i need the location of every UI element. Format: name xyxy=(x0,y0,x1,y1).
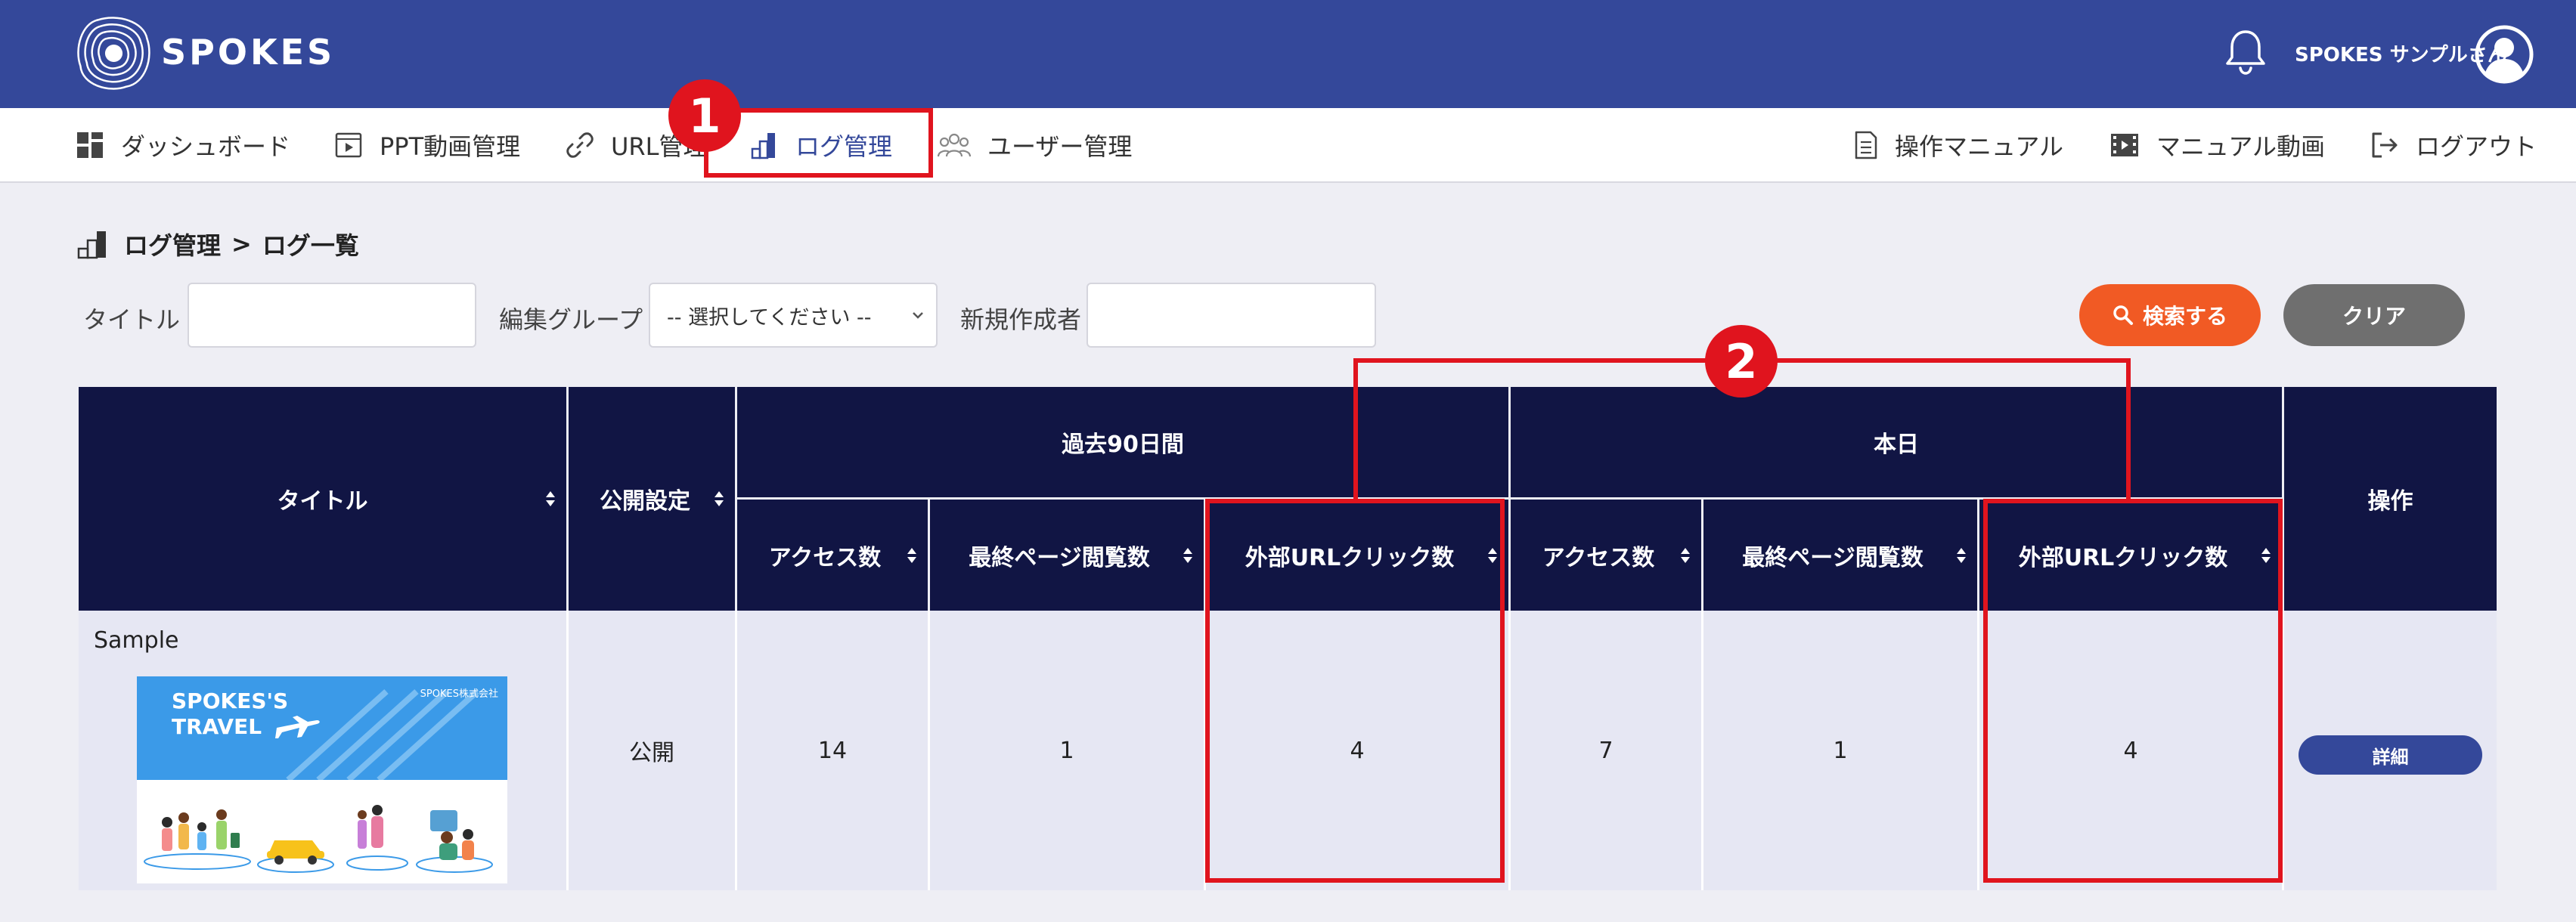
sort-icon xyxy=(1681,547,1690,563)
nav-users-label: ユーザー管理 xyxy=(987,131,1133,161)
row-thumbnail[interactable]: SPOKES'S TRAVEL SPOKES株式会社 xyxy=(137,676,507,883)
sort-icon xyxy=(1183,547,1192,563)
search-icon xyxy=(2113,305,2133,325)
breadcrumb-section[interactable]: ログ管理 xyxy=(124,227,221,261)
nav-dashboard-label: ダッシュボード xyxy=(121,131,291,161)
group-header-past90: 過去90日間 xyxy=(737,387,1508,497)
video-file-icon xyxy=(335,132,362,157)
col-header-label: 最終ページ閲覧数 xyxy=(969,544,1150,571)
col-header-publish-label: 公開設定 xyxy=(600,488,690,515)
col-header-label: アクセス数 xyxy=(768,544,882,571)
cell-past90-access: 14 xyxy=(817,737,848,764)
clear-button[interactable]: クリア xyxy=(2283,284,2465,346)
user-avatar-icon[interactable] xyxy=(2474,24,2534,85)
nav-manual-video[interactable]: マニュアル動画 xyxy=(2109,108,2325,181)
spokes-logo-icon[interactable] xyxy=(74,14,153,93)
cell-past90-last-page: 1 xyxy=(1059,737,1074,764)
log-chart-icon xyxy=(77,231,106,259)
creator-filter-input[interactable] xyxy=(1087,283,1376,348)
col-header-action: 操作 xyxy=(2284,387,2497,611)
annotation-box-past90-click xyxy=(1205,499,1505,883)
col-header-past90-access[interactable]: アクセス数 xyxy=(737,500,928,611)
nav-dashboard[interactable]: ダッシュボード xyxy=(76,108,290,181)
group-filter-label: 編集グループ xyxy=(499,305,643,334)
nav-users[interactable]: ユーザー管理 xyxy=(938,108,1132,181)
app-window: SPOKES SPOKES サンプルさん ダッシュボード PPT動画管理 URL… xyxy=(0,0,2576,922)
cell-publish: 公開 xyxy=(629,740,674,766)
group-header-today-label: 本日 xyxy=(1874,432,1919,458)
thumbnail-company: SPOKES株式会社 xyxy=(420,688,498,700)
annotation-badge-2: 2 xyxy=(1705,325,1778,398)
title-filter-input[interactable] xyxy=(188,283,476,348)
film-icon xyxy=(2111,133,2138,156)
annotation-badge-1: 1 xyxy=(668,79,741,152)
logout-icon xyxy=(2372,132,2398,157)
sort-icon xyxy=(907,547,916,563)
nav-logout-label: ログアウト xyxy=(2416,131,2537,161)
group-header-past90-label: 過去90日間 xyxy=(1062,432,1184,458)
creator-filter-label: 新規作成者 xyxy=(960,305,1082,334)
nav-manual-label: 操作マニュアル xyxy=(1895,131,2064,161)
detail-button-label: 詳細 xyxy=(2372,746,2409,768)
breadcrumb: ログ管理 > ログ一覧 xyxy=(77,227,359,261)
col-header-label: 最終ページ閲覧数 xyxy=(1742,544,1923,571)
col-header-title[interactable]: タイトル xyxy=(79,387,566,611)
thumbnail-sky: SPOKES'S TRAVEL SPOKES株式会社 xyxy=(137,676,507,780)
cell-today-last-page: 1 xyxy=(1833,737,1848,764)
clear-button-label: クリア xyxy=(2342,304,2406,329)
detail-button[interactable]: 詳細 xyxy=(2299,735,2482,775)
sort-icon xyxy=(1957,547,1966,563)
chevron-down-icon xyxy=(913,312,923,319)
nav-logout[interactable]: ログアウト xyxy=(2370,108,2537,181)
travelers-illustration-icon xyxy=(144,805,493,873)
breadcrumb-page: ログ一覧 xyxy=(262,231,359,260)
group-filter-selected: -- 選択してください -- xyxy=(667,305,872,330)
annotation-bracket-left xyxy=(1353,358,1358,502)
annotation-box-today-click xyxy=(1983,499,2283,883)
main-nav: ダッシュボード PPT動画管理 URL管理 ログ管理 ユーザー管理 操作マニュア… xyxy=(0,108,2576,183)
breadcrumb-separator: > xyxy=(231,230,252,258)
nav-ppt-video-label: PPT動画管理 xyxy=(380,131,521,161)
thumbnail-title: SPOKES'S TRAVEL xyxy=(172,688,289,739)
col-header-label: アクセス数 xyxy=(1542,544,1655,571)
brand-name: SPOKES xyxy=(161,32,336,73)
users-icon xyxy=(938,133,971,156)
nav-manual-video-label: マニュアル動画 xyxy=(2156,131,2326,161)
row-title[interactable]: Sample xyxy=(94,627,179,654)
group-filter-select[interactable]: -- 選択してください -- xyxy=(649,283,938,348)
group-header-today: 本日 xyxy=(1511,387,2282,497)
search-button-label: 検索する xyxy=(2142,304,2227,329)
col-header-title-label: タイトル xyxy=(277,488,368,515)
dashboard-icon xyxy=(77,131,103,158)
top-header: SPOKES SPOKES サンプルさん xyxy=(0,0,2576,108)
cell-today-access: 7 xyxy=(1598,737,1613,764)
nav-manual[interactable]: 操作マニュアル xyxy=(1852,108,2063,181)
col-header-past90-last-page[interactable]: 最終ページ閲覧数 xyxy=(930,500,1204,611)
link-icon xyxy=(566,131,594,158)
sort-icon xyxy=(715,491,724,506)
thumbnail-illustration xyxy=(137,780,507,883)
search-button[interactable]: 検索する xyxy=(2079,284,2261,346)
notification-bell-icon[interactable] xyxy=(2219,26,2272,79)
nav-ppt-video[interactable]: PPT動画管理 xyxy=(334,108,520,181)
annotation-bracket-right xyxy=(2126,358,2131,502)
col-header-today-access[interactable]: アクセス数 xyxy=(1511,500,1701,611)
title-filter-label: タイトル xyxy=(83,305,181,334)
col-header-publish[interactable]: 公開設定 xyxy=(569,387,735,611)
col-header-today-last-page[interactable]: 最終ページ閲覧数 xyxy=(1703,500,1977,611)
sort-icon xyxy=(546,491,555,506)
manual-icon xyxy=(1855,131,1877,159)
col-header-action-label: 操作 xyxy=(2367,488,2413,515)
